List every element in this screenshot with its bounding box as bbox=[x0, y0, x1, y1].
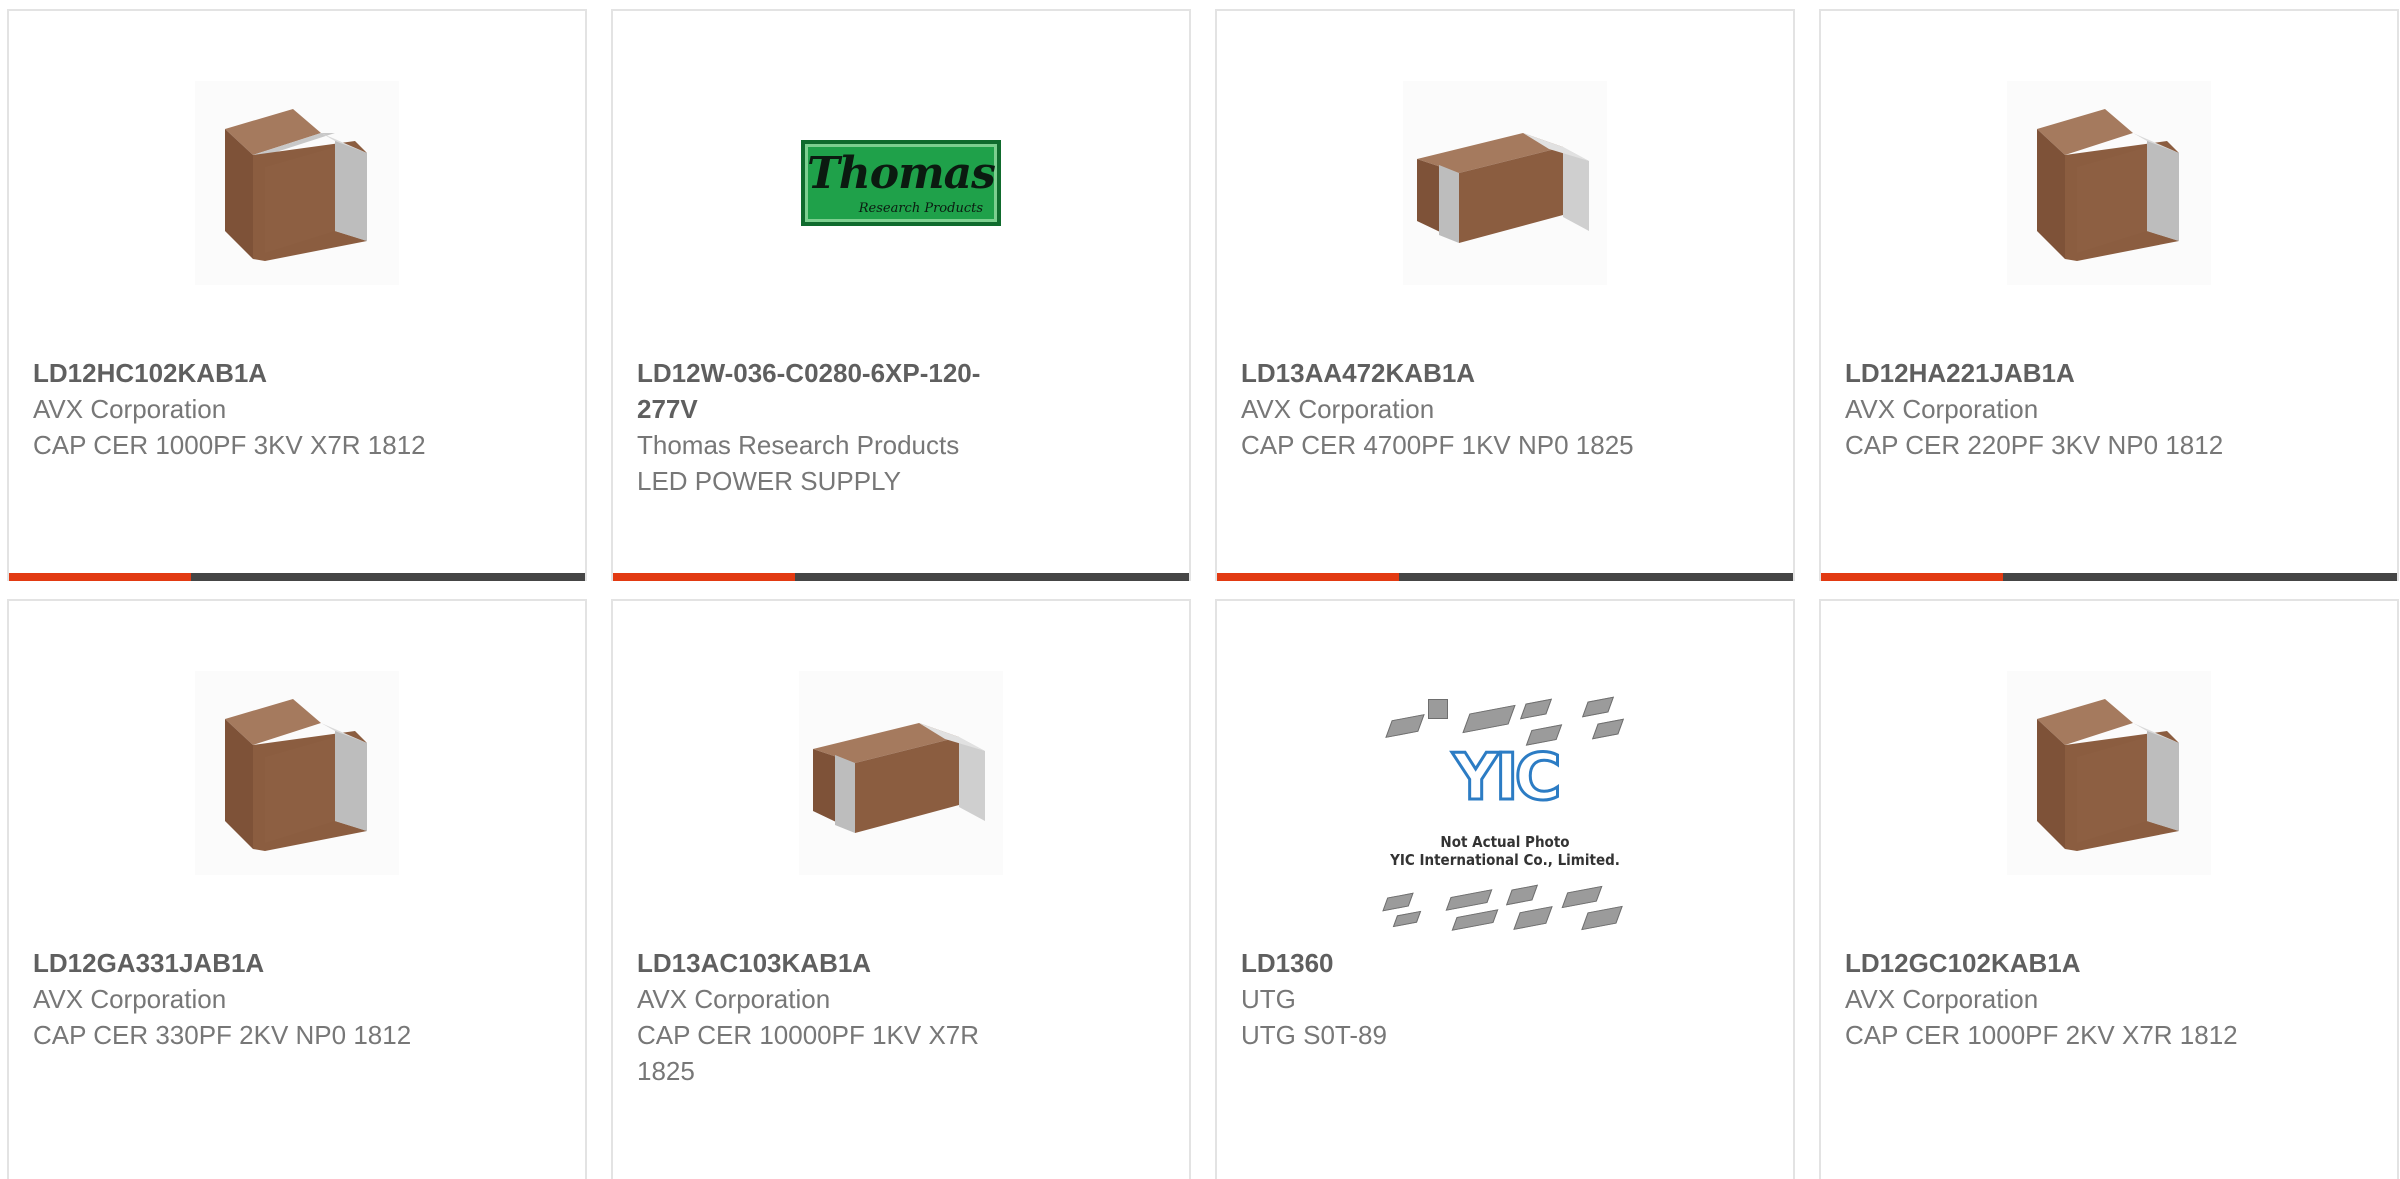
product-card[interactable]: LD13AA472KAB1A AVX Corporation CAP CER 4… bbox=[1215, 9, 1795, 581]
manufacturer: Thomas Research Products bbox=[637, 430, 960, 460]
product-info: LD12HC102KAB1A AVX Corporation CAP CER 1… bbox=[33, 355, 433, 463]
product-image[interactable] bbox=[799, 671, 1003, 875]
not-actual-photo-note: Not Actual Photo YIC International Co., … bbox=[1370, 833, 1640, 869]
card-accent bbox=[9, 573, 191, 581]
product-info: LD13AA472KAB1A AVX Corporation CAP CER 4… bbox=[1241, 355, 1641, 463]
description: CAP CER 10000PF 1KV X7R 1825 bbox=[637, 1020, 980, 1086]
product-card[interactable]: LD12GC102KAB1A AVX Corporation CAP CER 1… bbox=[1819, 599, 2399, 1179]
note-line: YIC International Co., Limited. bbox=[1390, 851, 1620, 869]
part-number-link[interactable]: LD12HA221JAB1A bbox=[1845, 355, 2245, 391]
product-image[interactable] bbox=[195, 671, 399, 875]
product-image[interactable] bbox=[1403, 81, 1607, 285]
manufacturer: AVX Corporation bbox=[1845, 984, 2039, 1014]
part-number-link[interactable]: LD12W-036-C0280-6XP-120-277V bbox=[637, 355, 1037, 427]
capacitor-icon bbox=[1403, 81, 1607, 285]
part-number-link[interactable]: LD12HC102KAB1A bbox=[33, 355, 433, 391]
product-image[interactable] bbox=[195, 81, 399, 285]
manufacturer: AVX Corporation bbox=[1845, 394, 2039, 424]
product-card[interactable]: LD12HA221JAB1A AVX Corporation CAP CER 2… bbox=[1819, 9, 2399, 581]
capacitor-icon bbox=[799, 671, 1003, 875]
manufacturer: AVX Corporation bbox=[637, 984, 831, 1014]
manufacturer: AVX Corporation bbox=[33, 984, 227, 1014]
product-card[interactable]: YIC Not Actual Photo YIC International C… bbox=[1215, 599, 1795, 1179]
description: CAP CER 4700PF 1KV NP0 1825 bbox=[1241, 430, 1634, 460]
yic-logo-text: YIC bbox=[1451, 740, 1563, 817]
product-image[interactable]: YIC Not Actual Photo YIC International C… bbox=[1370, 691, 1640, 941]
product-card[interactable]: LD12HC102KAB1A AVX Corporation CAP CER 1… bbox=[7, 9, 587, 581]
description: UTG S0T-89 bbox=[1241, 1020, 1387, 1050]
product-grid: LD12HC102KAB1A AVX Corporation CAP CER 1… bbox=[0, 0, 2400, 1179]
card-bottom-bar bbox=[9, 573, 585, 581]
product-image[interactable] bbox=[2007, 671, 2211, 875]
capacitor-icon bbox=[2007, 81, 2211, 285]
part-number-link[interactable]: LD1360 bbox=[1241, 945, 1641, 981]
card-bottom-bar bbox=[613, 573, 1189, 581]
product-info: LD12W-036-C0280-6XP-120-277V Thomas Rese… bbox=[637, 355, 1037, 499]
product-image[interactable]: Thomas Research Products bbox=[799, 81, 1003, 285]
product-info: LD12GA331JAB1A AVX Corporation CAP CER 3… bbox=[33, 945, 433, 1053]
logo-subtext: Research Products bbox=[858, 201, 983, 216]
product-info: LD13AC103KAB1A AVX Corporation CAP CER 1… bbox=[637, 945, 1037, 1089]
card-accent bbox=[1821, 573, 2003, 581]
manufacturer: UTG bbox=[1241, 984, 1296, 1014]
description: CAP CER 330PF 2KV NP0 1812 bbox=[33, 1020, 412, 1050]
product-card[interactable]: Thomas Research Products LD12W-036-C0280… bbox=[611, 9, 1191, 581]
card-accent bbox=[1217, 573, 1399, 581]
part-number-link[interactable]: LD12GA331JAB1A bbox=[33, 945, 433, 981]
thomas-logo-icon: Thomas Research Products bbox=[801, 140, 1001, 226]
capacitor-icon bbox=[195, 81, 399, 285]
capacitor-icon bbox=[2007, 671, 2211, 875]
part-number-link[interactable]: LD13AA472KAB1A bbox=[1241, 355, 1641, 391]
part-number-link[interactable]: LD13AC103KAB1A bbox=[637, 945, 1037, 981]
product-info: LD1360 UTG UTG S0T-89 bbox=[1241, 945, 1641, 1053]
note-line: Not Actual Photo bbox=[1440, 833, 1570, 851]
card-bottom-bar bbox=[1821, 573, 2397, 581]
product-info: LD12HA221JAB1A AVX Corporation CAP CER 2… bbox=[1845, 355, 2245, 463]
manufacturer: AVX Corporation bbox=[33, 394, 227, 424]
logo-text: Thomas bbox=[807, 148, 996, 199]
product-info: LD12GC102KAB1A AVX Corporation CAP CER 1… bbox=[1845, 945, 2245, 1053]
part-number-link[interactable]: LD12GC102KAB1A bbox=[1845, 945, 2245, 981]
yic-placeholder-icon: YIC Not Actual Photo YIC International C… bbox=[1370, 691, 1640, 941]
capacitor-icon bbox=[195, 671, 399, 875]
description: CAP CER 220PF 3KV NP0 1812 bbox=[1845, 430, 2224, 460]
manufacturer: AVX Corporation bbox=[1241, 394, 1435, 424]
card-accent bbox=[613, 573, 795, 581]
card-bottom-bar bbox=[1217, 573, 1793, 581]
description: LED POWER SUPPLY bbox=[637, 466, 901, 496]
description: CAP CER 1000PF 2KV X7R 1812 bbox=[1845, 1020, 2238, 1050]
product-image[interactable] bbox=[2007, 81, 2211, 285]
product-card[interactable]: LD12GA331JAB1A AVX Corporation CAP CER 3… bbox=[7, 599, 587, 1179]
description: CAP CER 1000PF 3KV X7R 1812 bbox=[33, 430, 426, 460]
product-card[interactable]: LD13AC103KAB1A AVX Corporation CAP CER 1… bbox=[611, 599, 1191, 1179]
